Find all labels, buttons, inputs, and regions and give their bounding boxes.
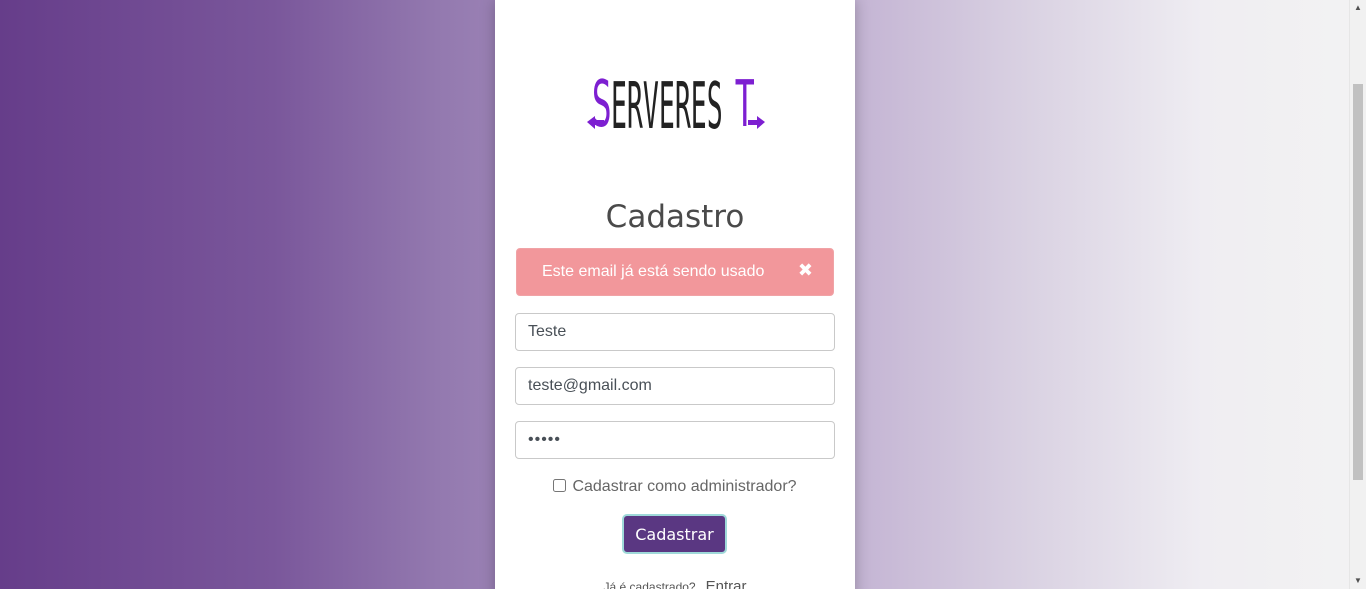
close-icon[interactable]: ✖ [798,261,813,279]
register-button[interactable]: Cadastrar [622,514,727,554]
login-prompt: Já é cadastrado? Entrar [495,578,855,589]
password-input[interactable] [515,421,835,459]
admin-checkbox-label[interactable]: Cadastrar como administrador? [572,478,796,495]
page-background: S ERVERES T Cadastro Este email já está … [0,0,1366,589]
email-input[interactable] [515,367,835,405]
login-link[interactable]: Entrar [706,578,747,589]
name-input[interactable] [515,313,835,351]
page-title: Cadastro [605,199,745,235]
scroll-down-icon[interactable]: ▼ [1350,573,1366,589]
scroll-thumb[interactable] [1353,84,1363,480]
scroll-up-icon[interactable]: ▲ [1350,0,1366,16]
admin-checkbox-row: Cadastrar como administrador? [495,478,855,496]
logo-letters-erveres: ERVERES [611,70,723,136]
error-alert-message: Este email já está sendo usado [542,263,765,280]
logo-letter-t: T [735,68,755,136]
error-alert: Este email já está sendo usado ✖ [516,248,834,296]
already-registered-text: Já é cadastrado? [603,580,696,589]
vertical-scrollbar[interactable]: ▲ ▼ [1349,0,1366,589]
admin-checkbox[interactable] [553,479,567,492]
serverest-logo: S ERVERES T [587,68,765,136]
